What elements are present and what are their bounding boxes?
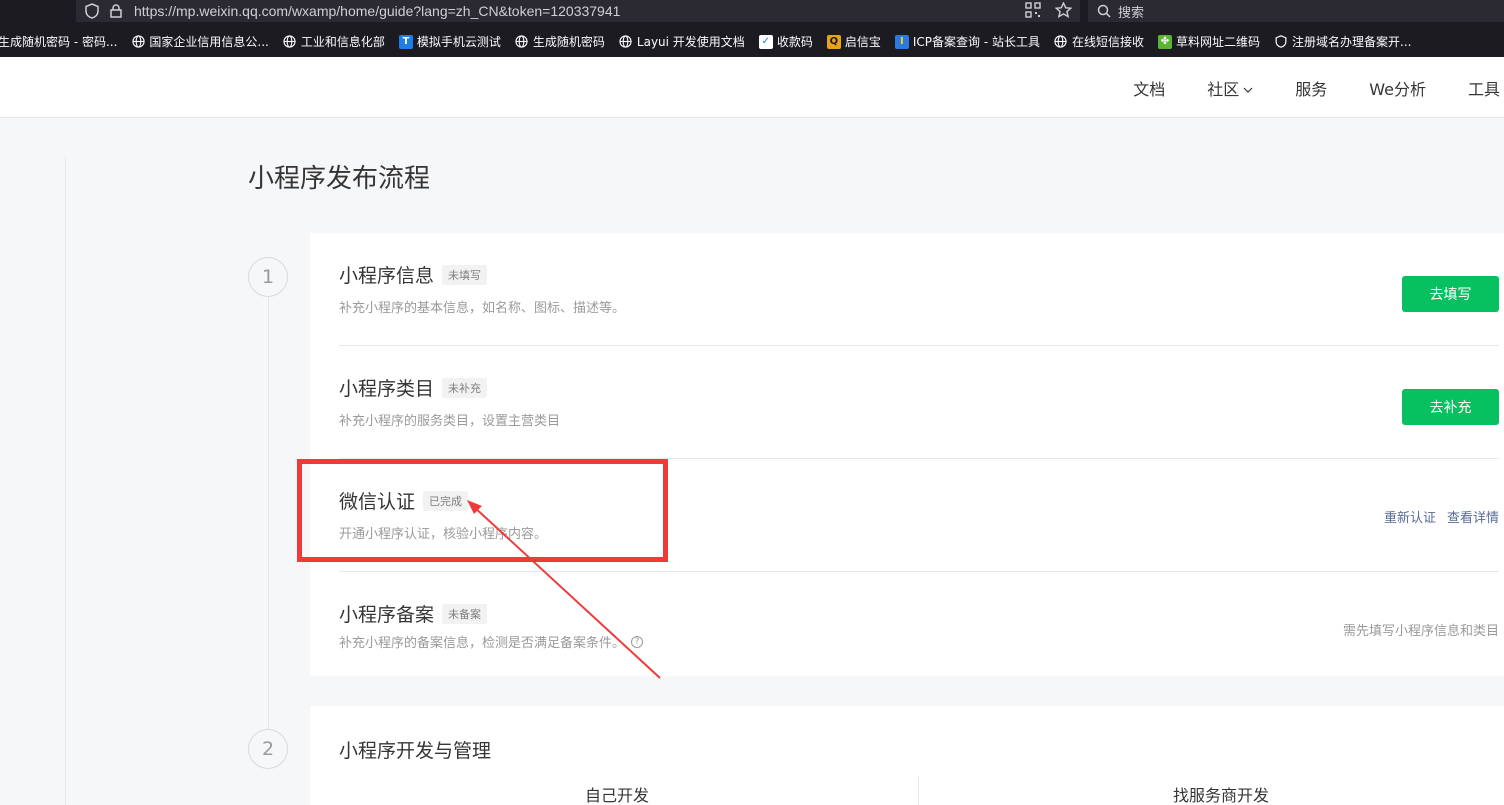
row-description: 补充小程序的备案信息，检测是否满足备案条件。 ?: [339, 632, 644, 651]
status-badge: 未填写: [442, 264, 488, 285]
provider-develop-option[interactable]: 找服务商开发: [1173, 782, 1269, 805]
row-description: 补充小程序的服务类目，设置主营类目: [339, 414, 561, 429]
bookmark-item[interactable]: 注册域名办理备案开...: [1274, 33, 1411, 50]
row-miniprogram-filing: 小程序备案 未备案 补充小程序的备案信息，检测是否满足备案条件。 ? 需先填写小…: [339, 572, 1499, 685]
bookmark-label: 模拟手机云测试: [416, 35, 501, 49]
row-title: 小程序类目 未补充: [339, 374, 488, 401]
bookmark-item[interactable]: 工业和信息化部: [283, 33, 385, 50]
browser-toolbar: https://mp.weixin.qq.com/wxamp/home/guid…: [0, 0, 1504, 26]
row-description: 补充小程序的基本信息，如名称、图标、描述等。: [339, 301, 626, 316]
bookmark-item[interactable]: ✓ 收款码: [758, 33, 813, 50]
check-logo-icon: ✓: [758, 34, 773, 49]
step-2-marker: 2: [248, 729, 288, 769]
bookmark-item[interactable]: 生成随机密码: [515, 33, 605, 50]
lock-icon[interactable]: [108, 3, 124, 19]
address-bar[interactable]: https://mp.weixin.qq.com/wxamp/home/guid…: [76, 0, 1080, 22]
bookmark-label: 收款码: [776, 35, 813, 49]
star-icon[interactable]: [1054, 1, 1073, 22]
status-badge: 未备案: [442, 603, 488, 624]
site-header: 文档 社区 服务 We分析 工具: [0, 57, 1504, 118]
bookmark-label: 草料网址二维码: [1175, 35, 1260, 49]
bookmarks-bar: 生成随机密码 - 密码... 国家企业信用信息公... 工业和信息化部 T 模拟…: [0, 26, 1504, 57]
globe-icon: [515, 35, 529, 49]
nav-services[interactable]: 服务: [1295, 76, 1327, 100]
search-placeholder: 搜索: [1118, 5, 1145, 21]
globe-icon: [283, 35, 297, 49]
bookmark-item[interactable]: Q 启信宝: [826, 33, 881, 50]
sidebar-divider: [65, 157, 66, 805]
bookmark-label: ICP备案查询 - 站长工具: [912, 35, 1040, 49]
verification-links: 重新认证 查看详情: [1384, 507, 1499, 526]
t-logo-icon: T: [398, 34, 413, 49]
row-miniprogram-info: 小程序信息 未填写 补充小程序的基本信息，如名称、图标、描述等。 去填写: [339, 233, 1499, 346]
bookmark-item[interactable]: 在线短信接收: [1054, 33, 1144, 50]
bookmark-label: 生成随机密码: [532, 35, 605, 49]
row-title-text: 小程序类目: [339, 378, 435, 400]
bookmark-item[interactable]: I ICP备案查询 - 站长工具: [894, 33, 1040, 50]
shield-icon[interactable]: [84, 3, 100, 19]
step-1-card: 小程序信息 未填写 补充小程序的基本信息，如名称、图标、描述等。 去填写 小程序…: [310, 233, 1504, 676]
bookmark-item[interactable]: 国家企业信用信息公...: [131, 33, 269, 50]
row-title: 小程序信息 未填写: [339, 261, 488, 288]
browser-search-box[interactable]: 搜索: [1088, 0, 1504, 22]
step-connector-line: [268, 297, 269, 729]
page-title: 小程序发布流程: [248, 164, 431, 194]
shield-logo-icon: Q: [826, 34, 841, 49]
bookmark-label: 工业和信息化部: [300, 35, 385, 49]
row-title-text: 小程序备案: [339, 604, 435, 626]
url-text[interactable]: https://mp.weixin.qq.com/wxamp/home/guid…: [134, 3, 620, 19]
row-title-text: 小程序信息: [339, 265, 435, 287]
bookmark-item[interactable]: 生成随机密码 - 密码...: [0, 33, 117, 50]
bookmark-label: 国家企业信用信息公...: [149, 35, 269, 49]
annotation-highlight-box: [297, 459, 668, 562]
globe-icon: [131, 35, 145, 49]
nav-community[interactable]: 社区: [1207, 76, 1253, 100]
step-2-card: 小程序开发与管理 自己开发 找服务商开发: [310, 706, 1504, 805]
qr-code-icon[interactable]: [1025, 2, 1041, 22]
reverify-link[interactable]: 重新认证: [1384, 507, 1436, 526]
bookmark-item[interactable]: T 模拟手机云测试: [398, 33, 501, 50]
help-icon[interactable]: ?: [631, 635, 644, 648]
icp-logo-icon: I: [894, 34, 909, 49]
add-category-button[interactable]: 去补充: [1402, 389, 1499, 425]
globe-icon: [1054, 35, 1068, 49]
filing-hint: 需先填写小程序信息和类目: [1342, 624, 1499, 639]
bookmark-label: 在线短信接收: [1071, 35, 1144, 49]
grass-logo-icon: ✤: [1157, 34, 1172, 49]
view-details-link[interactable]: 查看详情: [1447, 507, 1499, 526]
bookmark-label: 启信宝: [844, 35, 881, 49]
row-title: 小程序备案 未备案: [339, 600, 488, 627]
globe-icon: [619, 35, 633, 49]
search-icon: [1096, 3, 1112, 19]
nav-docs[interactable]: 文档: [1133, 76, 1165, 100]
row-description-text: 补充小程序的备案信息，检测是否满足备案条件。: [339, 636, 626, 651]
top-nav: 文档 社区 服务 We分析 工具: [1133, 57, 1500, 118]
bookmark-label: Layui 开发使用文档: [636, 35, 745, 49]
nav-community-label: 社区: [1207, 79, 1240, 99]
step-1-marker: 1: [248, 257, 288, 297]
bookmark-item[interactable]: Layui 开发使用文档: [619, 33, 745, 50]
shield-outline-icon: [1274, 35, 1288, 49]
chevron-down-icon: [1243, 78, 1253, 97]
fill-info-button[interactable]: 去填写: [1402, 276, 1499, 312]
bookmark-label: 注册域名办理备案开...: [1292, 35, 1412, 49]
column-divider: [918, 776, 919, 805]
self-develop-option[interactable]: 自己开发: [585, 782, 649, 805]
status-badge: 未补充: [442, 377, 488, 398]
section-title: 小程序开发与管理: [339, 740, 492, 762]
nav-analytics[interactable]: We分析: [1369, 76, 1426, 100]
bookmark-label: 生成随机密码 - 密码...: [0, 35, 118, 49]
row-miniprogram-category: 小程序类目 未补充 补充小程序的服务类目，设置主营类目 去补充: [339, 346, 1499, 459]
bookmark-item[interactable]: ✤ 草料网址二维码: [1157, 33, 1260, 50]
nav-tools[interactable]: 工具: [1468, 76, 1500, 100]
